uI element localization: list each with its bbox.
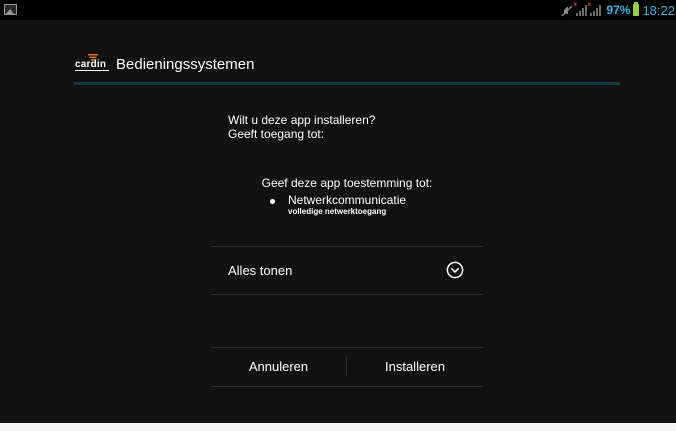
status-icons: x x 97% 18:22 [561, 1, 676, 18]
battery-percent: 97% [606, 3, 631, 17]
bottom-strip [0, 423, 676, 431]
install-screen: x x 97% 18:22 cardin Bedieningssystemen [0, 0, 676, 423]
show-all-label: Alles tonen [228, 263, 293, 278]
gallery-icon [4, 4, 17, 15]
signal-icon: x [573, 1, 588, 16]
status-bar: x x 97% 18:22 [0, 0, 676, 20]
permissions-heading: Geef deze app toestemming tot: [261, 176, 433, 190]
signal-icon: x [587, 1, 602, 16]
header-divider [74, 82, 620, 85]
install-question: Wilt u deze app installeren? [228, 113, 376, 127]
install-button[interactable]: Installeren [347, 348, 483, 386]
bullet-icon [270, 199, 275, 204]
show-all-button[interactable]: Alles tonen [211, 247, 483, 294]
cancel-button[interactable]: Annuleren [211, 348, 346, 386]
expand-icon[interactable] [446, 261, 464, 279]
battery-icon [633, 2, 640, 16]
divider [211, 386, 483, 387]
install-intro: Wilt u deze app installeren? Geeft toega… [228, 113, 375, 141]
divider [211, 294, 483, 295]
logo-text: cardin [75, 59, 107, 70]
clock: 18:22 [642, 2, 675, 18]
app-logo: cardin [75, 53, 111, 75]
app-title: Bedieningssystemen [116, 55, 255, 73]
muted-icon [561, 4, 573, 17]
permission-name: Netwerkcommunicatie [288, 193, 407, 207]
permission-description: volledige netwerktoegang [288, 207, 387, 216]
app-header: cardin Bedieningssystemen [75, 52, 254, 76]
access-label: Geeft toegang tot: [228, 127, 325, 141]
